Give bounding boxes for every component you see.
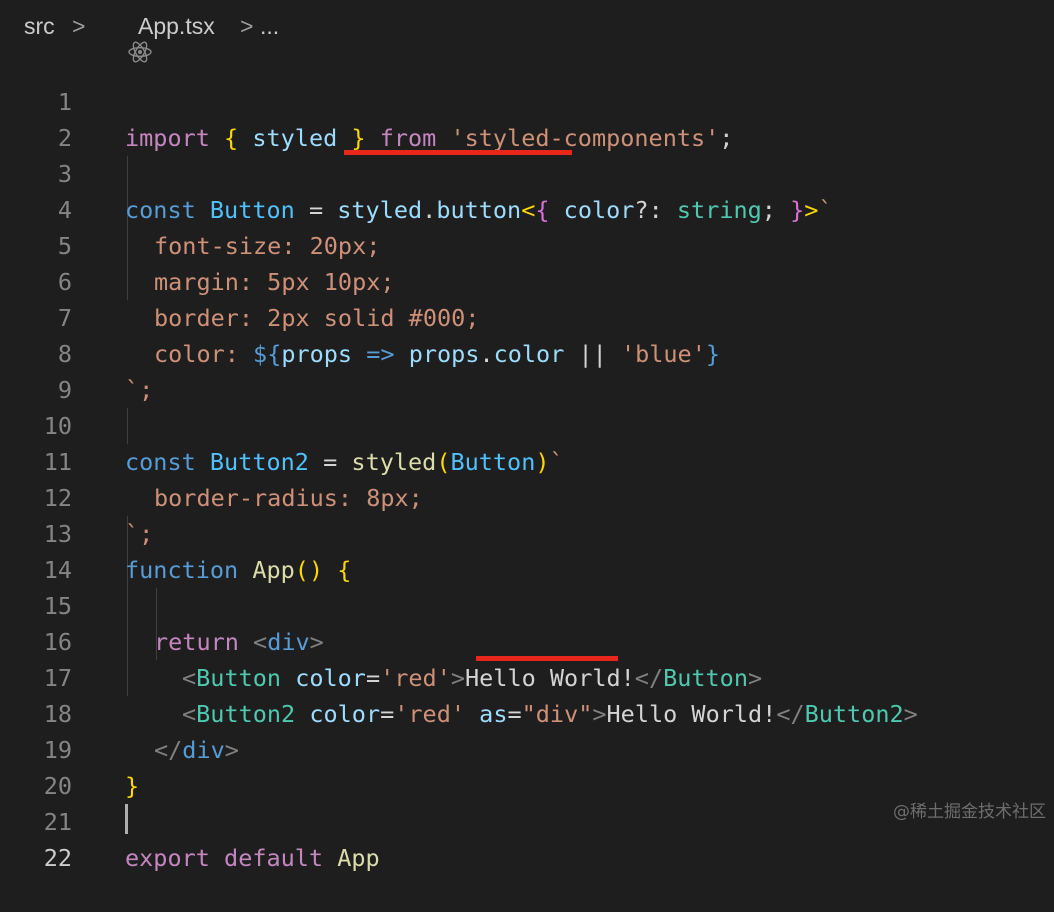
code-line[interactable]: 1 import { styled } from 'styled-compone…	[0, 48, 1054, 152]
breadcrumb-symbols[interactable]: ...	[260, 13, 279, 40]
token: App	[337, 844, 380, 872]
text-cursor	[125, 804, 128, 834]
react-icon	[101, 12, 152, 63]
annotation-underline	[344, 150, 572, 155]
code-line[interactable]: 19 }	[0, 696, 1054, 800]
code-line[interactable]: 16 <Button color='red'>Hello World!</But…	[0, 588, 1054, 692]
code-line[interactable]: 12 `;	[0, 444, 1054, 548]
code-line[interactable]: 5 margin: 5px 10px;	[0, 192, 1054, 296]
breadcrumb-separator: >	[240, 13, 254, 39]
token: export	[125, 844, 210, 872]
annotation-underline	[476, 656, 618, 661]
code-line[interactable]: 14	[0, 516, 1054, 584]
breadcrumb-folder[interactable]: src	[24, 13, 55, 40]
code-line[interactable]: 20	[0, 732, 1054, 800]
line-number: 22	[43, 844, 72, 872]
code-text: export default App	[125, 840, 380, 876]
code-line[interactable]: 17 <Button2 color='red' as="div">Hello W…	[0, 624, 1054, 728]
breadcrumb-file[interactable]: App.tsx	[138, 13, 215, 40]
breadcrumb-separator: >	[72, 13, 86, 39]
code-line[interactable]: 7 color: ${props => props.color || 'blue…	[0, 264, 1054, 368]
code-line[interactable]: 2	[0, 84, 1054, 152]
code-line[interactable]: 13 function App() {	[0, 480, 1054, 584]
breadcrumb: src > App.tsx > ...	[0, 0, 1054, 63]
code-line[interactable]: 8 `;	[0, 300, 1054, 404]
code-line[interactable]: 4 font-size: 20px;	[0, 156, 1054, 260]
code-line[interactable]: 9	[0, 336, 1054, 404]
code-line[interactable]: 18 </div>	[0, 660, 1054, 764]
code-line[interactable]: 6 border: 2px solid #000;	[0, 228, 1054, 332]
code-line[interactable]: 10 const Button2 = styled(Button)`	[0, 372, 1054, 476]
code-line[interactable]: 15 return <div>	[0, 552, 1054, 656]
watermark: @稀土掘金技术社区	[893, 802, 1046, 822]
token: default	[224, 844, 324, 872]
code-line[interactable]: 11 border-radius: 8px;	[0, 408, 1054, 512]
